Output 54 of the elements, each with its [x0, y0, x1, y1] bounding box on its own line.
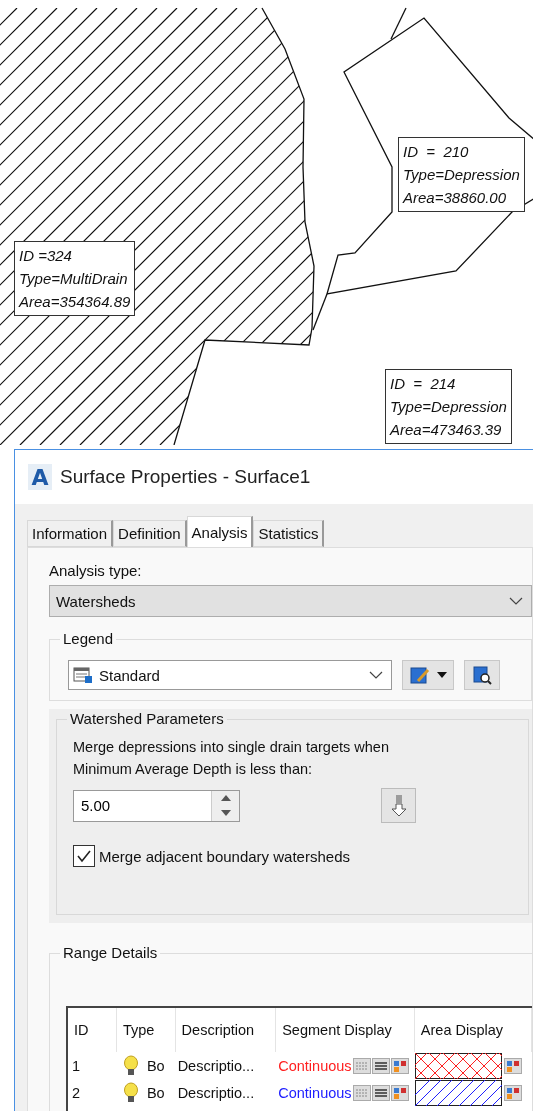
- color-palette-icon: [503, 1057, 522, 1074]
- lineweight-icon: [371, 1084, 390, 1101]
- linetype-text: Continuous: [278, 1057, 352, 1074]
- analysis-type-dropdown[interactable]: Watersheds: [49, 585, 532, 617]
- column-header[interactable]: ID: [68, 1008, 117, 1052]
- field-label: Analysis type:: [49, 562, 143, 579]
- watershed-label: ID = 214 Type=Depression Area=473463.39: [385, 369, 512, 444]
- linetype-icon: [352, 1057, 371, 1074]
- table-cell-text: 2: [71, 1084, 82, 1101]
- color-palette-icon: [503, 1084, 522, 1101]
- chevron-down-icon: [369, 671, 383, 679]
- group-title: Legend: [60, 630, 117, 647]
- table-cell-text: 1: [71, 1057, 82, 1074]
- group-title: Watershed Parameters: [67, 710, 227, 727]
- description-text: Merge depressions into single drain targets when Minimum Average Depth is less than:: [73, 738, 390, 779]
- column-header[interactable]: Area Display: [414, 1008, 532, 1052]
- table-cell: Bo: [146, 1057, 165, 1074]
- watershed-label: ID = 210 Type=Depression Area=38860.00: [398, 137, 525, 212]
- tab[interactable]: Statistics: [253, 520, 325, 547]
- table-cell-text: Descriptio...: [176, 1057, 256, 1074]
- edit-style-button[interactable]: [402, 660, 454, 690]
- table-cell: Bo: [146, 1084, 165, 1101]
- column-header[interactable]: Description: [175, 1008, 277, 1052]
- chevron-down-icon: [509, 597, 523, 605]
- app-logo-icon: A: [28, 464, 52, 490]
- edit-icon: [409, 665, 431, 685]
- preview-button[interactable]: [464, 660, 500, 690]
- pick-button[interactable]: [381, 788, 416, 823]
- up-arrow-icon: [220, 795, 231, 801]
- tab[interactable]: Definition: [113, 520, 187, 547]
- group-title: Range Details: [60, 944, 161, 961]
- color-palette-icon: [390, 1084, 409, 1101]
- checkbox[interactable]: [73, 845, 95, 867]
- table-icon: [73, 666, 93, 684]
- linetype-text: Continuous: [278, 1084, 352, 1101]
- legend-dropdown[interactable]: Standard: [68, 660, 392, 690]
- lightbulb-icon: [122, 1054, 139, 1077]
- table-cell-text: Descriptio...: [176, 1084, 256, 1101]
- linetype-icon: [352, 1084, 371, 1101]
- watershed-label: ID =324 Type=MultiDrain Area=354364.89: [14, 241, 136, 316]
- tab[interactable]: Information: [27, 520, 114, 547]
- column-header[interactable]: Segment Display: [276, 1008, 415, 1052]
- window-title: Surface Properties - Surface1: [60, 466, 311, 488]
- lineweight-icon: [371, 1057, 390, 1074]
- color-palette-icon: [390, 1057, 409, 1074]
- depth-spinner[interactable]: 5.00: [73, 789, 240, 822]
- tab[interactable]: Analysis: [186, 516, 254, 547]
- checkbox-label: Merge adjacent boundary watersheds: [99, 847, 350, 865]
- magnifier-icon: [471, 665, 493, 685]
- caret-icon: [437, 672, 447, 678]
- down-arrow-icon: [220, 810, 231, 816]
- lightbulb-icon: [122, 1081, 139, 1104]
- column-header[interactable]: Type: [116, 1008, 176, 1052]
- down-arrow-icon: [389, 794, 408, 817]
